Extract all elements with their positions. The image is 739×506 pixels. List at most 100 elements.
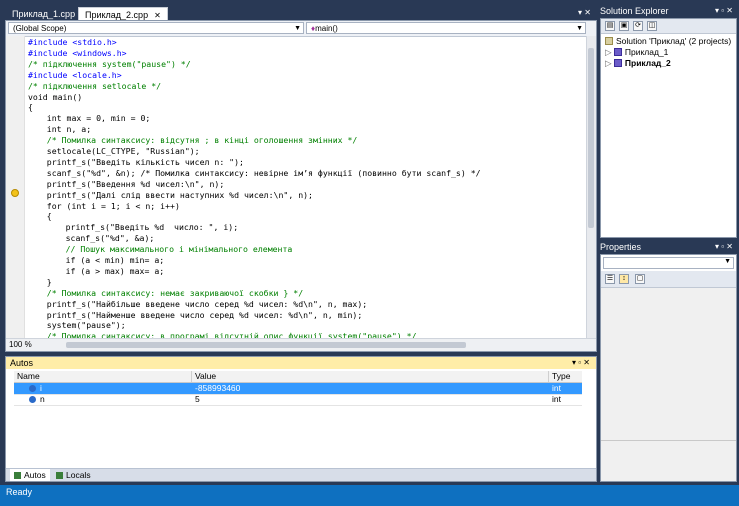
code-line[interactable]: // Пошук максимального і мінімального ел… xyxy=(28,244,293,254)
column-type[interactable]: Type xyxy=(549,371,584,382)
tab-autos[interactable]: Autos xyxy=(10,469,50,481)
show-all-files-icon[interactable]: ▣ xyxy=(619,21,629,31)
properties-description xyxy=(601,440,736,481)
code-line[interactable]: scanf_s("%d", &a); xyxy=(28,233,155,243)
alphabetical-icon[interactable]: ↕ xyxy=(619,274,629,284)
solution-explorer: ▤ ▣ ⟳ ◫ Solution 'Приклад' (2 projects) … xyxy=(600,18,737,238)
tab-label: Autos xyxy=(24,470,46,480)
code-line[interactable]: printf_s("Введіть %d число: ", i); xyxy=(28,222,239,232)
code-line[interactable]: { xyxy=(28,102,33,112)
expand-icon[interactable]: ▷ xyxy=(605,58,614,68)
tab-label: Приклад_2.cpp xyxy=(85,10,149,20)
code-line[interactable]: setlocale(LC_CTYPE, "Russian"); xyxy=(28,146,200,156)
categorized-icon[interactable]: ☰ xyxy=(605,274,615,284)
properties-toolbar: ☰ ↕ ▢ xyxy=(601,271,736,288)
properties-title: Properties xyxy=(600,242,642,252)
view-class-diagram-icon[interactable]: ◫ xyxy=(647,21,657,31)
var-name: n xyxy=(40,394,45,404)
code-line[interactable]: /* Помилка синтаксису: немає закриваючої… xyxy=(28,288,303,298)
properties-title-bar: Properties ▾ ▫ ✕ xyxy=(600,241,737,253)
code-line[interactable]: #include <stdio.h> xyxy=(28,37,117,47)
autos-header: Name Value Type xyxy=(14,371,582,383)
tab-label: Locals xyxy=(66,470,91,480)
code-line[interactable]: printf_s("Введення %d чисел:\n", n); xyxy=(28,179,224,189)
tab-locals[interactable]: Locals xyxy=(52,469,95,481)
code-line[interactable]: for (int i = 1; i < n; i++) xyxy=(28,201,180,211)
tree-solution[interactable]: Solution 'Приклад' (2 projects) xyxy=(605,36,731,47)
panel-controls[interactable]: ▾ ▫ ✕ xyxy=(572,357,590,369)
code-line[interactable]: /* підключення system("pause") */ xyxy=(28,59,191,69)
properties-icon[interactable]: ▤ xyxy=(605,21,615,31)
code-line[interactable]: /* Помилка синтаксису: в програмі відсут… xyxy=(28,331,417,338)
code-line[interactable]: /* Помилка синтаксису: відсутня ; в кінц… xyxy=(28,135,358,145)
properties-object-dropdown[interactable]: ▼ xyxy=(603,257,734,269)
scope-dropdown[interactable]: (Global Scope) ▼ xyxy=(8,22,304,34)
code-line[interactable]: printf_s("Введіть кількість чисел n: "); xyxy=(28,157,244,167)
code-line[interactable]: } xyxy=(28,277,52,287)
refresh-icon[interactable]: ⟳ xyxy=(633,21,643,31)
var-value[interactable]: 5 xyxy=(192,394,549,405)
expand-icon[interactable]: ▷ xyxy=(605,47,614,57)
close-icon[interactable]: ✕ xyxy=(154,11,161,20)
debug-tabs: Autos Locals xyxy=(6,468,596,481)
code-editor[interactable]: (Global Scope) ▼ ♦main() ▼ #include <stdio… xyxy=(5,20,597,352)
panel-controls[interactable]: ▾ ▫ ✕ xyxy=(715,5,733,17)
navigation-bar: (Global Scope) ▼ ♦main() ▼ xyxy=(6,21,596,37)
dropdown-icon[interactable]: ▾ xyxy=(578,8,582,17)
var-value[interactable]: -858993460 xyxy=(192,383,549,394)
code-line[interactable]: { xyxy=(28,211,52,221)
project-icon xyxy=(613,48,622,56)
var-type: int xyxy=(552,383,561,393)
code-area[interactable]: #include <stdio.h> #include <windows.h>/*… xyxy=(28,37,586,338)
column-value[interactable]: Value xyxy=(192,371,549,382)
code-line[interactable]: printf_s("Найбільше введене число серед … xyxy=(28,299,367,309)
code-line[interactable]: if (a < min) min= a; xyxy=(28,255,165,265)
breakpoint-icon[interactable] xyxy=(11,189,19,197)
column-name[interactable]: Name xyxy=(14,371,192,382)
code-line[interactable]: /* підключення setlocale */ xyxy=(28,81,161,91)
panel-controls[interactable]: ▾ ▫ ✕ xyxy=(715,241,733,253)
autos-icon xyxy=(14,472,21,479)
close-icon[interactable]: ✕ xyxy=(584,8,591,17)
project-label: Приклад_2 xyxy=(624,58,671,68)
scroll-thumb[interactable] xyxy=(588,48,594,228)
tab-label: Приклад_1.cpp xyxy=(12,9,76,19)
code-line[interactable]: #include <windows.h> xyxy=(28,48,127,58)
solution-icon xyxy=(605,37,613,45)
variable-icon xyxy=(29,385,36,392)
code-line[interactable]: if (a > max) max= a; xyxy=(28,266,165,276)
code-line[interactable]: #include <locale.h> xyxy=(28,70,122,80)
function-dropdown[interactable]: ♦main() ▼ xyxy=(306,22,586,34)
code-line[interactable]: system("pause"); xyxy=(28,320,126,330)
horizontal-scroll-thumb[interactable] xyxy=(66,342,466,348)
chevron-down-icon: ▼ xyxy=(724,258,731,265)
project-label: Приклад_1 xyxy=(624,47,669,57)
solution-label: Solution 'Приклад' (2 projects) xyxy=(616,36,732,46)
vertical-scrollbar[interactable] xyxy=(586,36,596,339)
code-line[interactable]: printf_s("Далі слід ввести наступних %d … xyxy=(28,190,313,200)
tab-prykład-2[interactable]: Приклад_2.cpp ✕ xyxy=(78,7,168,21)
properties-panel: ▼ ☰ ↕ ▢ xyxy=(600,254,737,482)
code-line[interactable]: int max = 0, min = 0; xyxy=(28,113,151,123)
variable-icon xyxy=(29,396,36,403)
property-pages-icon[interactable]: ▢ xyxy=(635,274,645,284)
tree-project-2[interactable]: ▷ Приклад_2 xyxy=(605,58,671,69)
code-line[interactable]: printf_s("Найменше введене число серед %… xyxy=(28,310,362,320)
editor-bottom-bar: 100 % xyxy=(6,338,596,351)
breakpoint-margin[interactable] xyxy=(6,36,25,339)
code-line[interactable]: int n, a; xyxy=(28,124,91,134)
zoom-level[interactable]: 100 % xyxy=(9,340,32,349)
tab-prykład-1[interactable]: Приклад_1.cpp xyxy=(6,7,81,21)
scope-value: (Global Scope) xyxy=(13,24,67,33)
status-bar: Ready xyxy=(0,485,739,506)
chevron-down-icon: ▼ xyxy=(294,25,301,32)
solution-explorer-title: Solution Explorer xyxy=(600,6,669,16)
autos-title: Autos xyxy=(10,358,34,368)
autos-panel: Autos ▾ ▫ ✕ Name Value Type i -858993460 … xyxy=(5,356,597,482)
solution-explorer-title-bar: Solution Explorer ▾ ▫ ✕ xyxy=(600,5,737,17)
code-line[interactable]: scanf_s("%d", &n); /* Помилка синтаксису… xyxy=(28,168,481,178)
code-line[interactable]: void main() xyxy=(28,92,82,102)
table-row[interactable]: n 5 int xyxy=(14,394,582,406)
tab-tools: ▾ ✕ xyxy=(578,8,591,17)
tree-project-1[interactable]: ▷ Приклад_1 xyxy=(605,47,668,58)
